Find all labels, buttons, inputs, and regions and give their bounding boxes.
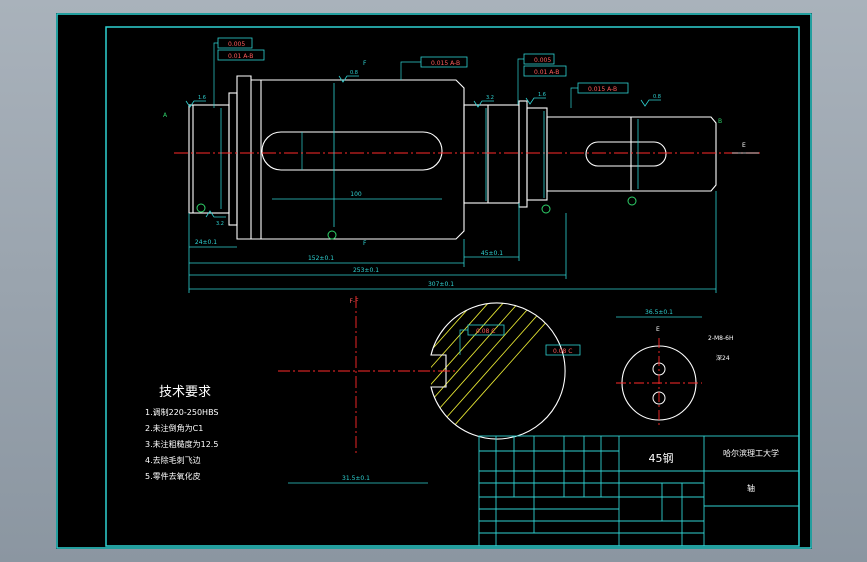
end-view-thread-depth: 深24 [716,354,730,362]
roughness-6: 3.2 [216,221,224,227]
gdt-frame-2: 0.01 A-B [228,53,253,60]
tech-req-item-1: 1.调制220-250HBS [145,407,219,417]
end-view-key-dim: 36.5±0.1 [645,309,673,316]
gdt-frame-8: 0.08 C [553,348,572,355]
cad-viewport[interactable]: 307±0.1 253±0.1 152±0.1 45±0.1 24±0.1 10… [0,0,867,562]
section-title: F-F [349,298,359,305]
dim-length-b: 152±0.1 [308,255,334,262]
dim-length-d: 24±0.1 [195,239,217,246]
roughness-4: 1.6 [538,92,546,98]
gdt-frame-6: 0.015 A-B [588,86,617,93]
roughness-1: 1.6 [198,95,206,101]
section-outline [430,302,566,440]
title-material: 45钢 [649,452,674,465]
gdt-frame-1: 0.005 [228,41,245,48]
dim-keyway-length: 100 [350,191,362,198]
drawing-sheet: 307±0.1 253±0.1 152±0.1 45±0.1 24±0.1 10… [56,13,812,549]
datum-a-label: A [163,112,168,119]
shaft-main-view [188,75,717,240]
section-cut-top: F [363,60,367,67]
dim-overall-length: 307±0.1 [428,281,454,288]
roughness-5: 0.8 [653,94,661,100]
dim-length-a: 253±0.1 [353,267,379,274]
datum-b-label: B [718,118,722,125]
tech-req-heading: 技术要求 [159,385,211,400]
datum-markers [196,196,637,240]
gdt-frame-5: 0.01 A-B [534,69,559,76]
title-part-name: 轴 [747,483,755,493]
drawing-canvas: 307±0.1 253±0.1 152±0.1 45±0.1 24±0.1 10… [56,13,812,549]
gdt-frame-7: 0.08 C [476,328,495,335]
gdt-frame-4: 0.005 [534,57,551,64]
roughness-3: 3.2 [486,95,494,101]
section-dim-text: 31.5±0.1 [342,475,370,482]
tech-req-item-4: 4.去除毛刺飞边 [145,455,201,465]
gdt-frames: 0.005 0.01 A-B 0.015 A-B 0.005 0.01 A-B … [213,37,629,108]
main-dimensions [188,83,717,293]
view-e-arrow-label: E [742,142,746,149]
section-cut-bottom: F [363,240,367,247]
tech-req-item-3: 3.未注粗糙度为12.5 [145,439,218,449]
gdt-frame-3: 0.015 A-B [431,60,460,67]
tech-req-item-5: 5.零件去氧化皮 [145,471,201,481]
roughness-marks [185,75,661,218]
tech-req-item-2: 2.未注倒角为C1 [145,423,203,433]
end-view-label: E [656,326,660,333]
end-view-thread: 2-M8-6H [708,335,733,342]
roughness-2: 0.8 [350,70,358,76]
dim-length-c: 45±0.1 [481,250,503,257]
title-school: 哈尔滨理工大学 [723,448,779,458]
